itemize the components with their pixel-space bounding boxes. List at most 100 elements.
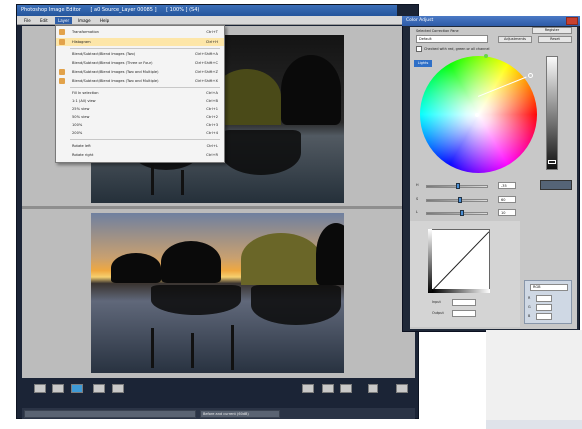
document-title: [ a0 Source_Layer 00085 ] [90,7,157,13]
mini-field-b[interactable] [536,313,552,320]
channel-select[interactable]: RGB [530,284,568,291]
register-button[interactable]: Register [532,27,572,34]
lightness-slider-knob[interactable] [460,210,464,216]
slider-label-l: L [416,210,418,214]
menu-file[interactable]: File [21,17,34,24]
luminance-slider[interactable] [546,56,558,170]
color-swatch [540,180,572,190]
slider-label-s: S [416,197,419,201]
panel-titlebar[interactable]: Color Adjust [402,16,580,26]
luminance-handle[interactable] [548,160,556,164]
background-window [486,330,582,429]
mini-label-b: B [528,314,531,318]
single-view-button[interactable] [112,384,124,393]
water-post [231,325,234,370]
next-image-button[interactable] [52,384,64,393]
saturation-slider[interactable] [426,199,488,202]
curve-output-field[interactable] [452,310,476,317]
mini-label-g: G [528,305,531,309]
menu-item-view-50[interactable]: 50% view Ctrl+2 [56,113,224,121]
status-field-left [24,410,196,418]
menu-item-blend-three[interactable]: Blend/Subtract/Blend Images (Three or Fo… [56,59,224,67]
tab-lights[interactable]: Lights [414,60,432,67]
curve-input-label: Input [432,300,441,304]
menu-item-blend-two[interactable]: Blend/Subtract/Blend Images (Two) Ctrl+Sh… [56,50,224,58]
mini-field-g[interactable] [536,304,552,311]
tree-reflection [251,285,341,325]
background-window-toolbar [486,420,582,429]
compare-view-button[interactable] [71,384,83,393]
hue-handle[interactable] [528,73,533,78]
menu-separator [70,87,220,88]
menu-item-view-100[interactable]: 100% Ctrl+3 [56,121,224,129]
split-view-button[interactable] [93,384,105,393]
menu-layer[interactable]: Layer [55,17,73,24]
menu-separator [70,48,220,49]
status-field-right: Before and current (60dB) [200,410,280,418]
reset-button[interactable]: Reset [538,36,572,43]
prev-image-button[interactable] [34,384,46,393]
menu-item-blend-multiple[interactable]: Blend/Subtract/Blend Images (Two and Mul… [56,68,224,76]
menu-item-rotate-left[interactable]: Rotate left Ctrl+L [56,142,224,150]
menu-item-fill-selection[interactable]: Fill In selection Ctrl+A [56,89,224,97]
tree-silhouette [281,55,341,125]
adjustments-button[interactable]: Adjustments [498,36,532,43]
transform-icon [59,29,65,35]
water-post [151,165,154,195]
menu-item-blend-multiple-2[interactable]: Blend/Subtract/Blend Images (Two and Mul… [56,77,224,85]
menu-item-histogram[interactable]: Histogram Ctrl+H [56,38,224,46]
zoom-out-button[interactable] [302,384,314,393]
menu-item-view-25[interactable]: 25% view Ctrl+1 [56,105,224,113]
tree-silhouette [316,223,344,285]
mini-label-r: R [528,296,531,300]
curve-output-gradient [428,229,432,293]
wheel-center-point [475,113,479,117]
view-divider[interactable] [22,206,415,209]
curve-input-gradient [432,289,490,293]
menubar: File Edit Layer Image Help [17,16,417,25]
menu-edit[interactable]: Edit [37,17,51,24]
main-titlebar[interactable]: Photoshop Image Editor [ a0 Source_Layer… [17,5,397,16]
menu-item-rotate-right[interactable]: Rotate right Ctrl+R [56,151,224,159]
close-icon[interactable] [566,17,578,25]
fit-button[interactable] [340,384,352,393]
hue-value-field[interactable]: -35 [498,182,516,189]
lightness-value-field[interactable]: 10 [498,209,516,216]
curve-input-field[interactable] [452,299,476,306]
water-post [181,170,184,195]
menu-separator [70,139,220,140]
channel-checkbox[interactable]: Checked with red, green or all channel [416,46,489,52]
menu-help[interactable]: Help [97,17,112,24]
menu-item-transformation[interactable]: Transformation Ctrl+T [56,28,224,36]
menu-item-view-all[interactable]: 1:1 (All) view Ctrl+B [56,97,224,105]
settings-button[interactable] [396,384,408,393]
saturation-value-field[interactable]: 60 [498,196,516,203]
app-title: Photoshop Image Editor [21,7,81,13]
water-post [191,333,194,368]
tree-silhouette [161,241,221,283]
blend-icon [59,78,65,84]
water-post [151,328,154,368]
slider-label-h: H [416,183,419,187]
curve-output-label: Output [432,311,444,315]
lightness-slider[interactable] [426,212,488,215]
hue-reference-marker [484,54,488,58]
rotate-button[interactable] [368,384,378,393]
zoom-in-button[interactable] [322,384,334,393]
checkbox-icon [416,46,422,52]
mini-field-r[interactable] [536,295,552,302]
image-view-after[interactable] [91,213,344,373]
preset-label: Selected Correction Pane [416,29,459,33]
tree-reflection [151,285,241,315]
saturation-slider-knob[interactable] [458,197,462,203]
hue-slider-knob[interactable] [456,183,460,189]
menu-item-view-200[interactable]: 200% Ctrl+4 [56,129,224,137]
selected-region [241,233,321,285]
histogram-icon [59,39,65,45]
zoom-title: [ 100% ] (S4) [166,7,200,13]
menu-image[interactable]: Image [75,17,94,24]
tree-reflection [221,130,301,175]
tree-silhouette [111,253,161,283]
preset-select[interactable]: Default [416,35,488,43]
blend-icon [59,69,65,75]
